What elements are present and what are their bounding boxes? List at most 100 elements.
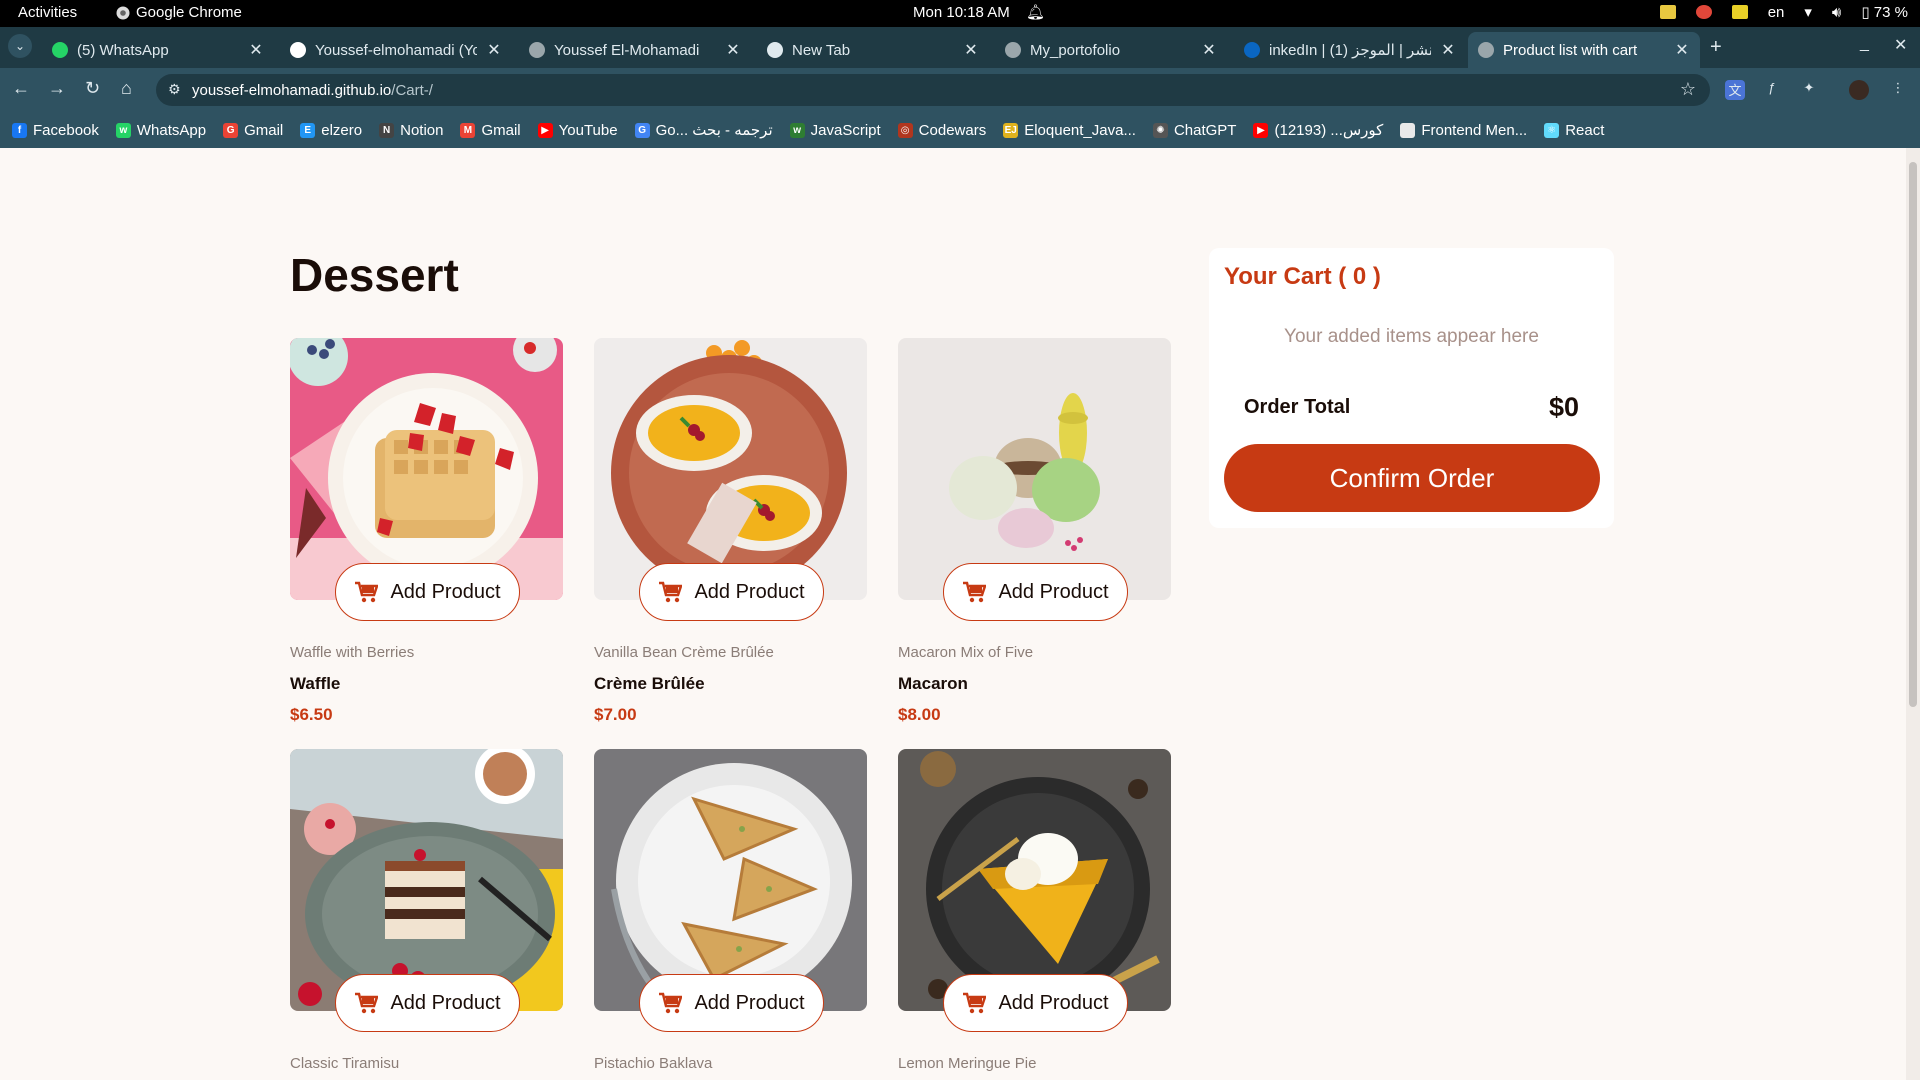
youtube-icon: ▶ (1253, 122, 1269, 138)
bookmark-14[interactable]: ⚛ React (1544, 122, 1604, 139)
globe-icon (529, 42, 545, 58)
window-close-button[interactable]: ✕ (1894, 35, 1907, 55)
add-product-button[interactable]: Add Product (639, 974, 824, 1032)
confirm-order-button[interactable]: Confirm Order (1224, 444, 1600, 512)
tab-0[interactable]: (5) WhatsApp ✕ (42, 32, 274, 68)
tab-close-icon[interactable]: ✕ (486, 40, 502, 60)
new-tab-button[interactable]: + (1710, 36, 1722, 59)
clock[interactable]: Mon 10:18 AM (913, 4, 1010, 21)
cart-title: Your Cart ( 0 ) (1224, 263, 1381, 290)
clipboard-icon[interactable] (1731, 5, 1748, 19)
home-button[interactable]: ⌂ (121, 78, 132, 99)
product-name: Waffle (290, 674, 341, 693)
back-button[interactable]: ← (12, 78, 30, 99)
bookmark-label: YouTube (558, 121, 618, 139)
bookmark-0[interactable]: f Facebook (12, 122, 99, 139)
product-category: Vanilla Bean Crème Brûlée (594, 644, 774, 661)
page-scrollbar[interactable] (1906, 148, 1920, 1080)
bookmark-1[interactable]: w WhatsApp (115, 122, 206, 139)
bookmark-2[interactable]: G Gmail (223, 122, 283, 139)
product-category: Waffle with Berries (290, 644, 415, 661)
tab-search-button[interactable]: ⌄ (8, 34, 32, 58)
product-price: $6.50 (290, 705, 333, 724)
language-indicator[interactable]: en (1768, 4, 1785, 21)
scrollbar-thumb[interactable] (1909, 162, 1917, 707)
tab-strip: ⌄ (5) WhatsApp ✕ Youssef-elmohamadi (Yo ✕ Yo… (0, 27, 1920, 68)
chrome-icon (767, 42, 783, 58)
page-content: Dessert Add Product Waffle with Berries Wa… (0, 148, 1920, 1080)
google-icon: G (634, 122, 650, 138)
product-card: Add Product Waffle with Berries Waffle $6.5… (290, 338, 563, 724)
bookmark-12[interactable]: ▶ كورس... (12193) (1253, 121, 1383, 139)
youtube-icon: ▶ (537, 122, 553, 138)
reload-button[interactable]: ↻ (85, 78, 100, 99)
tab-close-icon[interactable]: ✕ (1201, 40, 1217, 60)
order-total-value: $0 (1548, 392, 1579, 422)
tab-close-icon[interactable]: ✕ (963, 40, 979, 60)
bookmark-8[interactable]: w JavaScript (789, 121, 881, 139)
product-image (290, 749, 563, 1011)
system-tray[interactable]: en ▾ 🔊︎ ▯ 73 % (1659, 3, 1908, 21)
tab-title: New Tab (792, 41, 851, 59)
activities-button[interactable]: Activities (18, 4, 77, 21)
chrome-icon (116, 6, 130, 19)
add-product-button[interactable]: Add Product (943, 974, 1128, 1032)
forward-button[interactable]: → (48, 78, 66, 99)
bookmark-label: React (1565, 121, 1605, 139)
bookmark-4[interactable]: N Notion (379, 122, 443, 139)
cart-panel: Your Cart ( 0 ) Your added items appear … (1209, 248, 1614, 528)
javascript-icon: w (789, 122, 805, 138)
tab-6[interactable]: Product list with cart ✕ (1468, 32, 1700, 68)
tab-5[interactable]: inkedIn | نشر | الموجز (1) ✕ (1234, 32, 1466, 68)
chatgpt-icon: ✺ (1152, 122, 1168, 138)
bookmark-11[interactable]: ✺ ChatGPT (1152, 122, 1236, 139)
profile-avatar[interactable] (1849, 80, 1869, 100)
product-card: Add Product Macaron Mix of Five Macaron $8.… (898, 338, 1171, 724)
bookmark-5[interactable]: M Gmail (460, 122, 521, 139)
tab-1[interactable]: Youssef-elmohamadi (Yo ✕ (280, 32, 512, 68)
product-category: Classic Tiramisu (290, 1055, 400, 1072)
bookmark-9[interactable]: ◎ Codewars (897, 121, 987, 139)
menu-icon[interactable]: ⋮ (1888, 80, 1908, 100)
tab-4[interactable]: My_portofolio ✕ (995, 32, 1227, 68)
extensions-icon[interactable]: ✦ (1799, 80, 1819, 100)
bookmark-13[interactable]: Frontend Men... (1400, 122, 1527, 139)
tab-close-icon[interactable]: ✕ (725, 40, 741, 60)
add-product-button[interactable]: Add Product (943, 563, 1128, 621)
product-name: Crème Brûlée (594, 674, 705, 693)
github-icon (290, 42, 306, 58)
battery-indicator[interactable]: ▯ 73 % (1861, 3, 1908, 21)
screenshot-icon[interactable] (1695, 5, 1712, 19)
sticky-notes-icon[interactable] (1659, 5, 1676, 19)
bookmark-7[interactable]: G Go... ترجمه - بحث (634, 121, 773, 139)
bookmark-10[interactable]: EJ Eloquent_Java... (1003, 122, 1136, 139)
tab-close-icon[interactable]: ✕ (1440, 40, 1456, 60)
cart-icon (963, 992, 987, 1014)
notion-icon: N (379, 122, 395, 138)
fonts-extension-icon[interactable]: ƒ (1762, 80, 1782, 100)
address-bar[interactable]: ⚙ youssef-elmohamadi.github.io/Cart-/ ☆ (156, 74, 1710, 106)
bookmark-label: JavaScript (810, 121, 881, 139)
add-product-button[interactable]: Add Product (639, 563, 824, 621)
tab-2[interactable]: Youssef El-Mohamadi ✕ (519, 32, 751, 68)
translate-icon[interactable]: 文 (1725, 80, 1745, 100)
tab-close-icon[interactable]: ✕ (248, 40, 264, 60)
add-product-label: Add Product (390, 580, 501, 603)
bookmark-6[interactable]: ▶ YouTube (537, 121, 618, 139)
tab-close-icon[interactable]: ✕ (1674, 40, 1690, 60)
site-info-icon[interactable]: ⚙ (168, 81, 181, 98)
tab-3[interactable]: New Tab ✕ (757, 32, 989, 68)
bookmark-star-icon[interactable]: ☆ (1680, 79, 1696, 100)
bookmark-label: Codewars (918, 121, 987, 139)
bookmark-3[interactable]: Eelzero (300, 122, 362, 139)
eloquent-icon: EJ (1003, 122, 1019, 138)
add-product-button[interactable]: Add Product (335, 563, 520, 621)
product-category: Pistachio Baklava (594, 1055, 713, 1072)
add-product-button[interactable]: Add Product (335, 974, 520, 1032)
cart-icon (659, 581, 683, 603)
bookmark-label: Go... ترجمه - بحث (655, 122, 773, 139)
product-image (898, 749, 1171, 1011)
minimize-button[interactable]: _ (1860, 35, 1869, 53)
app-menu[interactable]: Google Chrome (116, 4, 242, 21)
whatsapp-icon: w (115, 122, 131, 138)
